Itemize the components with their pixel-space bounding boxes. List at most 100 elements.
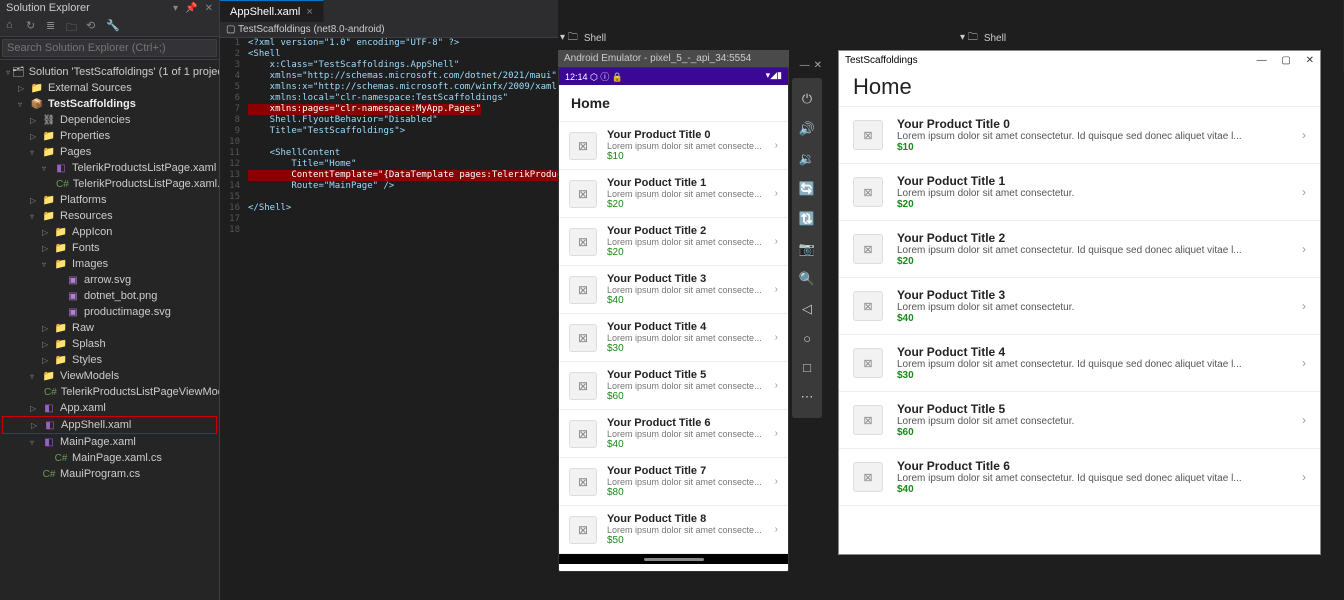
tree-node[interactable]: ▿◧MainPage.xaml <box>2 434 217 450</box>
product-title: Your Poduct Title 4 <box>607 321 765 333</box>
emulator-control-button[interactable]: 🔄 <box>792 174 822 204</box>
product-desc: Lorem ipsum dolor sit amet consecte... <box>607 237 765 247</box>
properties-icon[interactable]: 🔧 <box>106 19 120 33</box>
close-icon[interactable]: ✕ <box>205 3 213 14</box>
minimize-icon[interactable]: — <box>1257 55 1267 66</box>
tree-node[interactable]: ▷◧AppShell.xaml <box>2 416 217 434</box>
solution-explorer-toolbar: ⌂ ↻ ≣ 🗀 ⟲ 🔧 <box>0 16 219 37</box>
product-row[interactable]: ⊠Your Product Title 6Lorem ipsum dolor s… <box>559 410 788 458</box>
maximize-icon[interactable]: ▢ <box>1281 55 1290 66</box>
chevron-right-icon: › <box>1302 299 1306 313</box>
close-icon[interactable]: ✕ <box>1306 55 1314 66</box>
product-thumb-icon: ⊠ <box>569 516 597 544</box>
tree-node[interactable]: ▷📁Styles <box>2 352 217 368</box>
tree-node[interactable]: C#MainPage.xaml.cs <box>2 450 217 466</box>
pin-icon[interactable]: 📌 <box>185 3 197 14</box>
tree-node[interactable]: ▿📁Images <box>2 256 217 272</box>
search-input[interactable] <box>2 39 217 57</box>
editor-tab[interactable]: AppShell.xaml× <box>220 0 324 22</box>
product-row[interactable]: ⊠Your Poduct Title 1Lorem ipsum dolor si… <box>559 170 788 218</box>
emulator-control-button[interactable]: ⏻ <box>792 84 822 114</box>
product-row[interactable]: ⊠Your Poduct Title 5Lorem ipsum dolor si… <box>559 362 788 410</box>
emulator-control-button[interactable]: ◁ <box>792 294 822 324</box>
solution-explorer-search <box>0 37 219 60</box>
panel-title: Solution Explorer <box>6 2 90 14</box>
tree-node[interactable]: ▿📦TestScaffoldings <box>2 96 217 112</box>
tree-node[interactable]: ▣arrow.svg <box>2 272 217 288</box>
product-row[interactable]: ⊠Your Product Title 6Lorem ipsum dolor s… <box>839 449 1320 506</box>
emulator-control-button[interactable]: 🔊 <box>792 114 822 144</box>
home-icon[interactable]: ⌂ <box>6 19 20 33</box>
tree-node[interactable]: ▿📁ViewModels <box>2 368 217 384</box>
tree-node[interactable]: ▷📁External Sources <box>2 80 217 96</box>
tree-node[interactable]: ▷📁Platforms <box>2 192 217 208</box>
tree-node[interactable]: ▣productimage.svg <box>2 304 217 320</box>
product-desc: Lorem ipsum dolor sit amet consecte... <box>607 429 765 439</box>
shell-breadcrumb-windows: ▾ 🗀 Shell <box>960 30 1006 47</box>
editor-context-bar: ▢ TestScaffoldings (net8.0-android) <box>220 22 558 38</box>
emulator-control-button[interactable]: ○ <box>792 324 822 353</box>
tree-node[interactable]: ▷📁Splash <box>2 336 217 352</box>
product-row[interactable]: ⊠Your Poduct Title 1Lorem ipsum dolor si… <box>839 164 1320 221</box>
emulator-control-button[interactable]: 🔍 <box>792 264 822 294</box>
product-row[interactable]: ⊠Your Poduct Title 4Lorem ipsum dolor si… <box>559 314 788 362</box>
shell-breadcrumb-android: ▾ 🗀 Shell <box>560 30 606 47</box>
tree-node[interactable]: ▷📁Properties <box>2 128 217 144</box>
show-all-icon[interactable]: 🗀 <box>66 19 80 33</box>
refresh-icon[interactable]: ↻ <box>26 19 40 33</box>
product-row[interactable]: ⊠Your Poduct Title 8Lorem ipsum dolor si… <box>559 506 788 554</box>
product-row[interactable]: ⊠Your Poduct Title 7Lorem ipsum dolor si… <box>559 458 788 506</box>
tree-node[interactable]: C#TelerikProductsListPageViewModel.cs <box>2 384 217 400</box>
winapp-header: Home <box>839 70 1320 106</box>
app-header: Home <box>559 85 788 122</box>
winapp-product-list[interactable]: ⊠Your Product Title 0Lorem ipsum dolor s… <box>839 106 1320 546</box>
product-desc: Lorem ipsum dolor sit amet consecte... <box>607 189 765 199</box>
emulator-control-button[interactable]: □ <box>792 353 822 382</box>
status-left: 12:14 ⬡ ⓘ 🔒 <box>565 70 623 83</box>
emulator-control-button[interactable]: 🔉 <box>792 144 822 174</box>
auto-hide-icon[interactable]: ▾ <box>173 3 178 14</box>
tree-node[interactable]: ▣dotnet_bot.png <box>2 288 217 304</box>
product-row[interactable]: ⊠Your Poduct Title 3Lorem ipsum dolor si… <box>559 266 788 314</box>
emulator-control-button[interactable]: 📷 <box>792 234 822 264</box>
tree-node[interactable]: ▿◧TelerikProductsListPage.xaml <box>2 160 217 176</box>
product-row[interactable]: ⊠Your Product Title 0Lorem ipsum dolor s… <box>839 107 1320 164</box>
tree-node[interactable]: ▷📁AppIcon <box>2 224 217 240</box>
sync-icon[interactable]: ⟲ <box>86 19 100 33</box>
minimize-icon[interactable]: — <box>800 60 810 71</box>
product-title: Your Product Title 6 <box>607 417 765 429</box>
emulator-control-button[interactable]: ⋯ <box>792 382 822 412</box>
tree-node[interactable]: ▷📁Raw <box>2 320 217 336</box>
collapse-icon[interactable]: ≣ <box>46 19 60 33</box>
tree-node[interactable]: ▷◧App.xaml <box>2 400 217 416</box>
solution-explorer-panel: Solution Explorer ▾ 📌 ✕ ⌂ ↻ ≣ 🗀 ⟲ 🔧 ▿ 🗂 … <box>0 0 220 600</box>
product-row[interactable]: ⊠Your Poduct Title 2Lorem ipsum dolor si… <box>559 218 788 266</box>
tree-node[interactable]: ▷⛓Dependencies <box>2 112 217 128</box>
android-status-bar: 12:14 ⬡ ⓘ 🔒 ▾◢▮ <box>559 68 788 85</box>
tree-node[interactable]: ▷📁Fonts <box>2 240 217 256</box>
tree-node[interactable]: C#MauiProgram.cs <box>2 466 217 482</box>
tree-node[interactable]: ▿📁Pages <box>2 144 217 160</box>
product-desc: Lorem ipsum dolor sit amet consectetur. <box>897 302 1288 313</box>
product-row[interactable]: ⊠Your Poduct Title 5Lorem ipsum dolor si… <box>839 392 1320 449</box>
close-icon[interactable]: ✕ <box>814 60 822 71</box>
product-price: $40 <box>607 295 765 306</box>
product-row[interactable]: ⊠Your Poduct Title 3Lorem ipsum dolor si… <box>839 278 1320 335</box>
close-icon[interactable]: × <box>306 6 312 18</box>
product-row[interactable]: ⊠Your Product Title 0Lorem ipsum dolor s… <box>559 122 788 170</box>
product-title: Your Poduct Title 7 <box>607 465 765 477</box>
tree-node[interactable]: ▿📁Resources <box>2 208 217 224</box>
product-thumb-icon: ⊠ <box>569 276 597 304</box>
emulator-control-button[interactable]: 🔃 <box>792 204 822 234</box>
product-row[interactable]: ⊠Your Poduct Title 2Lorem ipsum dolor si… <box>839 221 1320 278</box>
product-row[interactable]: ⊠Your Poduct Title 4Lorem ipsum dolor si… <box>839 335 1320 392</box>
product-desc: Lorem ipsum dolor sit amet consectetur. … <box>897 359 1288 370</box>
windows-app-window: TestScaffoldings — ▢ ✕ Home ⊠Your Produc… <box>838 50 1321 555</box>
tree-node[interactable]: C#TelerikProductsListPage.xaml.cs <box>2 176 217 192</box>
editor-tabs: AppShell.xaml× <box>220 0 558 22</box>
code-editor[interactable]: 123456789101112131415161718 <?xml versio… <box>220 38 558 236</box>
product-title: Your Poduct Title 3 <box>607 273 765 285</box>
product-desc: Lorem ipsum dolor sit amet consecte... <box>607 525 765 535</box>
product-price: $40 <box>897 313 1288 324</box>
solution-root[interactable]: ▿ 🗂 Solution 'TestScaffoldings' (1 of 1 … <box>2 64 217 80</box>
